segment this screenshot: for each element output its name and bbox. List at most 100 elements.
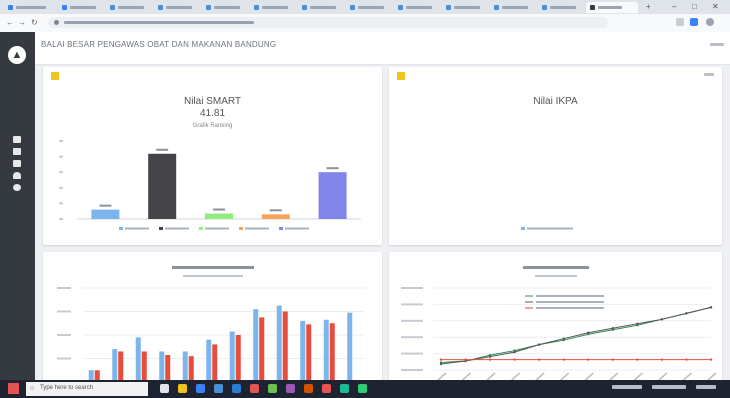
browser-tab-active[interactable]: [586, 2, 638, 13]
app-logo-icon[interactable]: ▲: [8, 46, 26, 64]
legend-label: [125, 227, 149, 230]
browser-tab[interactable]: [4, 2, 56, 13]
browser-tab[interactable]: [490, 2, 536, 13]
notification-icon[interactable]: [696, 385, 716, 389]
task-view-icon[interactable]: [160, 384, 169, 393]
minimize-icon[interactable]: –: [672, 2, 676, 12]
ranking-bar: [148, 153, 177, 219]
y-tick-label: [401, 369, 423, 371]
tab-favicon-icon: [494, 5, 499, 10]
tab-favicon-icon: [110, 5, 115, 10]
series-point: [587, 358, 590, 361]
close-icon[interactable]: ✕: [712, 2, 719, 12]
extension-icon[interactable]: [690, 18, 698, 26]
tab-favicon-icon: [350, 5, 355, 10]
browser-tab[interactable]: [58, 2, 104, 13]
ikpa-legend: [521, 227, 573, 230]
series-point: [513, 358, 516, 361]
x-tick-label: [462, 372, 472, 381]
legend-swatch: [239, 227, 243, 230]
legend-swatch: [279, 227, 283, 230]
system-tray[interactable]: [612, 385, 642, 389]
series-point: [537, 358, 541, 361]
ikpa-legend-label: [527, 227, 573, 230]
settings-icon[interactable]: [13, 184, 21, 191]
series-point: [513, 350, 516, 354]
browser-taskbar-icon[interactable]: [196, 384, 205, 393]
legend-swatch: [119, 227, 123, 230]
series-point: [611, 327, 615, 330]
monthly-bar: [259, 317, 265, 382]
ranking-bar: [91, 209, 120, 219]
clock[interactable]: [652, 385, 686, 389]
windows-start-icon[interactable]: [8, 383, 19, 394]
mail-icon[interactable]: [232, 384, 241, 393]
monthly-bar: [300, 320, 306, 382]
back-icon[interactable]: ←: [6, 18, 14, 28]
bookmark-icon[interactable]: [676, 18, 684, 26]
store-icon[interactable]: [214, 384, 223, 393]
browser-tab[interactable]: [394, 2, 440, 13]
y-tick: [59, 155, 63, 158]
browser-tab[interactable]: [298, 2, 344, 13]
app-icon[interactable]: [358, 384, 367, 393]
y-tick-label: [401, 287, 423, 289]
browser-tab[interactable]: [442, 2, 488, 13]
taskbar-search[interactable]: ○ Type here to search: [26, 382, 148, 396]
reload-icon[interactable]: ↻: [31, 18, 38, 28]
profile-icon[interactable]: [706, 18, 714, 26]
y-tick-label: [401, 303, 423, 306]
legend-label: [536, 307, 604, 309]
browser-tab[interactable]: [346, 2, 392, 13]
x-tick-label: [609, 372, 619, 381]
folder-icon[interactable]: [13, 136, 21, 143]
page-title: BALAI BESAR PENGAWAS OBAT DAN MAKANAN BA…: [41, 40, 277, 49]
ikpa-card: Nilai IKPA: [389, 67, 722, 245]
app-icon[interactable]: [340, 384, 349, 393]
menu-icon[interactable]: [13, 148, 21, 155]
monthly-bar: [112, 349, 118, 382]
app-icon[interactable]: [268, 384, 277, 393]
browser-tab[interactable]: [538, 2, 584, 13]
legend-swatch: [199, 227, 203, 230]
monthly-bar: [282, 311, 288, 382]
chart-subtitle-placeholder: [535, 275, 577, 277]
app-icon[interactable]: [304, 384, 313, 393]
bar-value-label: [99, 204, 112, 207]
tab-favicon-icon: [158, 5, 163, 10]
explorer-icon[interactable]: [178, 384, 187, 393]
x-tick-label: [682, 372, 692, 381]
monthly-bar: [229, 331, 235, 382]
browser-tab[interactable]: [202, 2, 248, 13]
series-point: [685, 312, 688, 315]
cumulative-line-card: [389, 252, 722, 382]
windows-taskbar: ○ Type here to search: [0, 380, 730, 398]
forward-icon[interactable]: →: [18, 18, 26, 28]
monthly-bar: [235, 335, 241, 382]
browser-tab[interactable]: [106, 2, 152, 13]
header-action[interactable]: [710, 43, 724, 46]
chart-icon[interactable]: [13, 160, 21, 167]
ranking-bar: [205, 213, 233, 219]
browser-tab[interactable]: [250, 2, 296, 13]
series-point: [537, 343, 541, 346]
x-tick-label: [633, 372, 643, 381]
x-tick-label: [658, 372, 668, 381]
monthly-bar: [306, 324, 312, 382]
legend-label: [205, 227, 229, 230]
app-icon[interactable]: [250, 384, 259, 393]
legend-label: [245, 227, 269, 230]
new-tab-icon[interactable]: +: [646, 2, 651, 12]
url-field[interactable]: [48, 17, 608, 28]
chart-subtitle-placeholder: [183, 275, 243, 277]
app-icon[interactable]: [322, 384, 331, 393]
monthly-bar: [141, 351, 147, 382]
ranking-chart: [59, 140, 361, 230]
user-icon[interactable]: [13, 172, 21, 179]
maximize-icon[interactable]: □: [692, 2, 697, 12]
browser-tab[interactable]: [154, 2, 200, 13]
tab-favicon-icon: [302, 5, 307, 10]
app-icon[interactable]: [286, 384, 295, 393]
y-tick: [59, 202, 63, 205]
monthly-bar: [253, 309, 259, 382]
